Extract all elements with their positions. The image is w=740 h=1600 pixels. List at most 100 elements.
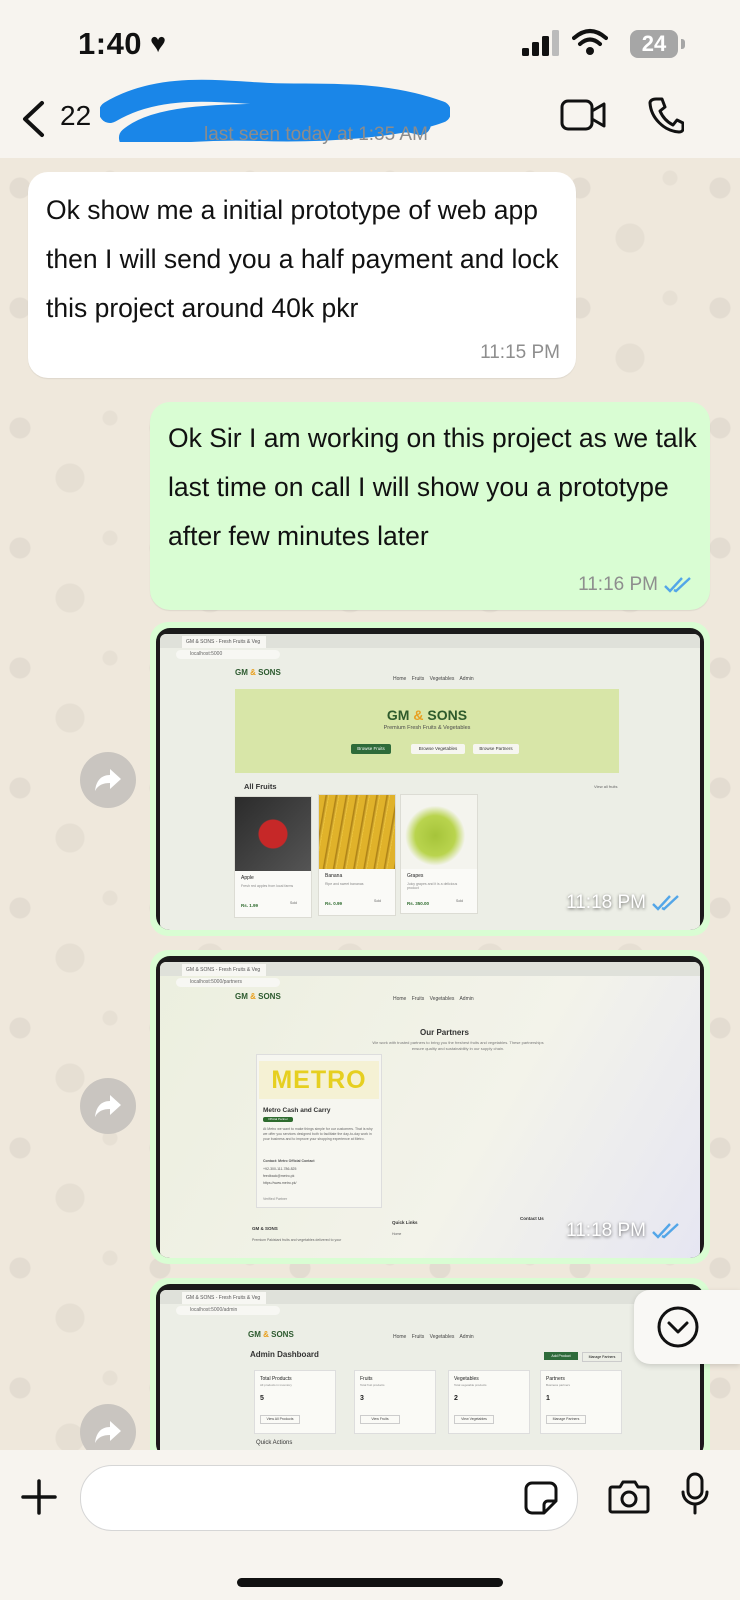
photo-partners-screenshot[interactable]: GM & SONS - Fresh Fruits & Veg localhost… [156, 956, 704, 1258]
read-ticks-icon [652, 1223, 679, 1239]
scroll-to-bottom-button[interactable] [634, 1290, 740, 1364]
product-name: Grapes [407, 873, 424, 879]
browser-url: localhost:5000/admin [176, 1306, 280, 1315]
stat-button: View All Products [260, 1415, 300, 1424]
plus-icon[interactable] [20, 1478, 58, 1516]
message-time: 11:18 PM [566, 1220, 646, 1241]
footer-tagline: Premium Pakistani fruits and vegetables … [252, 1238, 342, 1242]
battery-cap [681, 39, 685, 49]
message-time: 11:18 PM [566, 892, 646, 913]
banana-image [319, 795, 395, 869]
stat-card: Total Products All products in inventory… [254, 1370, 336, 1434]
microphone-icon[interactable] [680, 1472, 710, 1516]
stat-button: View Fruits [360, 1415, 400, 1424]
forward-arrow-icon [95, 769, 121, 791]
grapes-image [401, 795, 477, 869]
partner-phone: +92-300-111-786-825 [263, 1167, 297, 1171]
apple-image [235, 797, 311, 871]
website-screen: GM & SONS - Fresh Fruits & Veg localhost… [160, 634, 700, 930]
unread-count[interactable]: 22 [60, 100, 91, 132]
message-input[interactable] [80, 1465, 578, 1531]
forward-button[interactable] [80, 752, 136, 808]
stat-label: Partners [546, 1376, 565, 1382]
camera-icon[interactable] [608, 1478, 650, 1514]
partner-description: At Metro we want to make things simple f… [263, 1127, 373, 1141]
site-navbar: GM & SONS Home Fruits Vegetables Admin [160, 990, 700, 1014]
product-card: Banana Ripe and sweet bananas Rs. 0.99 S… [318, 794, 396, 916]
stat-card: Partners Business partners 1 Manage Part… [540, 1370, 622, 1434]
image-message[interactable]: GM & SONS - Fresh Fruits & Veg localhost… [150, 950, 710, 1264]
stat-sublabel: All products in inventory [260, 1383, 292, 1387]
stat-value: 2 [454, 1395, 458, 1402]
stat-sublabel: Total vegetable products [454, 1383, 487, 1387]
hero-banner: GM & SONS Premium Fresh Fruits & Vegetab… [235, 689, 619, 773]
site-navbar: GM & SONS Home Fruits Vegetables Admin [160, 1318, 700, 1342]
chevron-down-circle-icon [657, 1306, 699, 1348]
wifi-icon [572, 29, 608, 55]
browse-vegetables-button: Browse Vegetables [411, 744, 465, 754]
browser-tab: GM & SONS - Fresh Fruits & Veg [182, 964, 266, 976]
site-logo: GM & SONS [248, 1330, 294, 1339]
browse-partners-button: Browse Partners [473, 744, 519, 754]
stat-sublabel: Total fruit products [360, 1383, 385, 1387]
product-desc: Fresh red apples from local farms [241, 884, 294, 888]
product-action: Sold [373, 899, 381, 903]
sticker-icon[interactable] [524, 1481, 558, 1515]
browser-url: localhost:5000/partners [176, 978, 280, 987]
image-message[interactable]: GM & SONS - Fresh Fruits & Veg localhost… [150, 1278, 710, 1458]
stat-label: Vegetables [454, 1376, 479, 1382]
read-ticks-icon [664, 577, 691, 593]
incoming-message-bubble[interactable]: Ok show me a initial prototype of web ap… [28, 172, 576, 378]
photo-storefront-screenshot[interactable]: GM & SONS - Fresh Fruits & Veg localhost… [156, 628, 704, 930]
site-nav-links: Home Fruits Vegetables Admin [393, 676, 474, 682]
stat-label: Fruits [360, 1376, 373, 1382]
product-name: Banana [325, 873, 343, 879]
quick-actions-title: Quick Actions [256, 1440, 293, 1446]
forward-arrow-icon [95, 1095, 121, 1117]
read-ticks-icon [652, 895, 679, 911]
battery-indicator: 24 [630, 30, 678, 58]
hero-subtitle: Premium Fresh Fruits & Vegetables [383, 725, 471, 731]
last-seen-status: last seen today at 1:35 AM [204, 124, 428, 145]
image-meta: 11:18 PM [566, 1220, 682, 1242]
product-price: Rs. 350.00 [407, 901, 430, 906]
forward-button[interactable] [80, 1078, 136, 1134]
section-title: All Fruits [244, 782, 277, 791]
back-chevron-icon[interactable] [20, 100, 46, 138]
product-name: Apple [241, 875, 254, 881]
partner-name: Metro Cash and Carry [263, 1107, 331, 1114]
stat-value: 5 [260, 1395, 264, 1402]
outgoing-message-bubble[interactable]: Ok Sir I am working on this project as w… [150, 402, 710, 610]
browser-tabbar: GM & SONS - Fresh Fruits & Veg [160, 634, 700, 648]
video-call-icon[interactable] [560, 98, 606, 132]
image-meta: 11:18 PM [566, 892, 682, 914]
voice-call-icon[interactable] [648, 96, 684, 134]
heart-icon: ♥ [150, 28, 167, 58]
browser-tab: GM & SONS - Fresh Fruits & Veg [182, 1292, 266, 1304]
browser-tabbar: GM & SONS - Fresh Fruits & Veg [160, 1290, 700, 1304]
browser-tab: GM & SONS - Fresh Fruits & Veg [182, 636, 266, 648]
browser-tabbar: GM & SONS - Fresh Fruits & Veg [160, 962, 700, 976]
photo-admin-screenshot[interactable]: GM & SONS - Fresh Fruits & Veg localhost… [156, 1284, 704, 1458]
view-all-link: View all fruits [594, 784, 618, 789]
message-text: Ok Sir I am working on this project as w… [168, 423, 697, 551]
image-message[interactable]: GM & SONS - Fresh Fruits & Veg localhost… [150, 622, 710, 936]
stat-button: View Vegetables [454, 1415, 494, 1424]
product-card: Apple Fresh red apples from local farms … [234, 796, 312, 918]
add-product-button: Add Product [544, 1352, 578, 1360]
message-meta: 11:16 PM [578, 574, 694, 596]
stat-button: Manage Partners [546, 1415, 586, 1424]
partner-card: METRO Metro Cash and Carry Official Part… [256, 1054, 382, 1208]
browse-fruits-button: Browse Fruits [351, 744, 391, 754]
dashboard-title: Admin Dashboard [250, 1350, 319, 1359]
partners-subtitle: We work with trusted partners to bring y… [372, 1040, 544, 1051]
cellular-signal-icon [522, 30, 559, 56]
website-screen: GM & SONS - Fresh Fruits & Veg localhost… [160, 1290, 700, 1458]
partner-email: feedback@metro.pk [263, 1174, 295, 1178]
footer-brand: GM & SONS [252, 1226, 278, 1231]
forward-arrow-icon [95, 1421, 121, 1443]
metro-logo: METRO [259, 1061, 379, 1099]
status-time: 1:40 [78, 26, 143, 61]
footer-contact: Contact Us [520, 1216, 544, 1221]
site-nav-links: Home Fruits Vegetables Admin [393, 1334, 474, 1340]
